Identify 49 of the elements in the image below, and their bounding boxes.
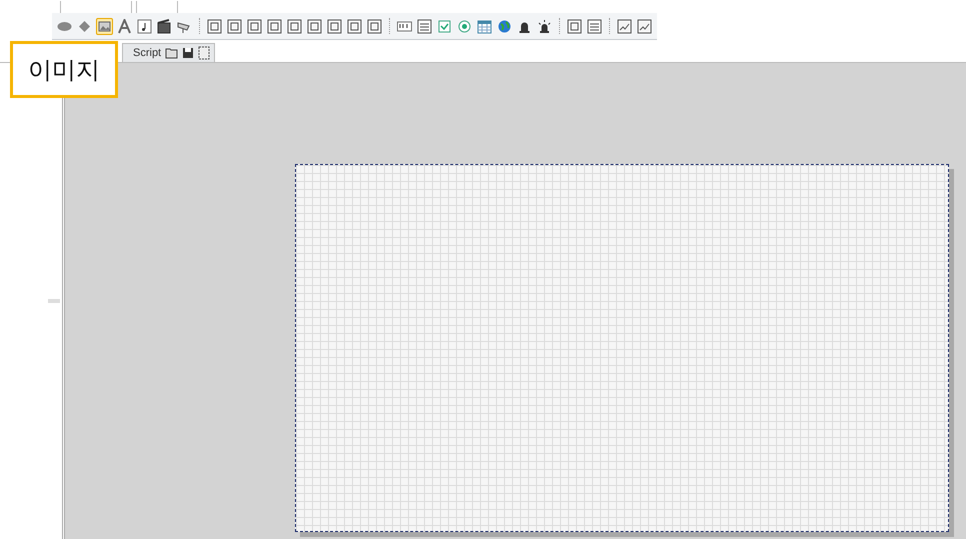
line-chart-icon [617,18,632,34]
save-icon [182,47,194,59]
text-field-icon [397,18,412,34]
panel-icon [367,18,382,34]
tool-button[interactable] [636,18,653,34]
callout-label: 이미지 [10,41,118,98]
tool-button[interactable] [286,18,303,34]
diamond-icon [77,18,92,34]
list-icon [417,18,432,34]
panel-icon [207,18,222,34]
tool-button[interactable] [346,18,363,34]
script-tab[interactable]: Script [122,43,216,62]
panel-icon [287,18,302,34]
globe-icon [497,18,512,34]
tool-button[interactable] [536,18,553,34]
panel-icon [267,18,282,34]
tool-button[interactable] [156,18,173,34]
list-icon [587,18,602,34]
tool-button[interactable] [416,18,433,34]
panel-icon [227,18,242,34]
tool-button[interactable] [226,18,243,34]
panel-icon [307,18,322,34]
alarm-light-icon [537,18,552,34]
image-icon [97,18,112,34]
panel-icon [347,18,362,34]
tool-button[interactable] [586,18,603,34]
film-icon [157,18,172,34]
music-note-icon [137,18,152,34]
font-field[interactable] [60,1,132,14]
panel-icon [247,18,262,34]
tool-button[interactable] [266,18,283,34]
tool-button[interactable] [566,18,583,34]
line-chart-icon [637,18,652,34]
table-icon [477,18,492,34]
size-field[interactable] [136,1,178,14]
panel-icon [198,46,210,60]
checkbox-icon [437,18,452,34]
tool-button[interactable] [306,18,323,34]
tool-button[interactable] [326,18,343,34]
letter-a-icon [117,18,132,34]
folder-icon [165,47,178,59]
panel-icon [567,18,582,34]
tool-button[interactable] [136,18,153,34]
tool-button[interactable] [206,18,223,34]
tool-button[interactable] [366,18,383,34]
tool-button[interactable] [616,18,633,34]
radio-icon [457,18,472,34]
panel-icon [327,18,342,34]
tool-button[interactable] [246,18,263,34]
